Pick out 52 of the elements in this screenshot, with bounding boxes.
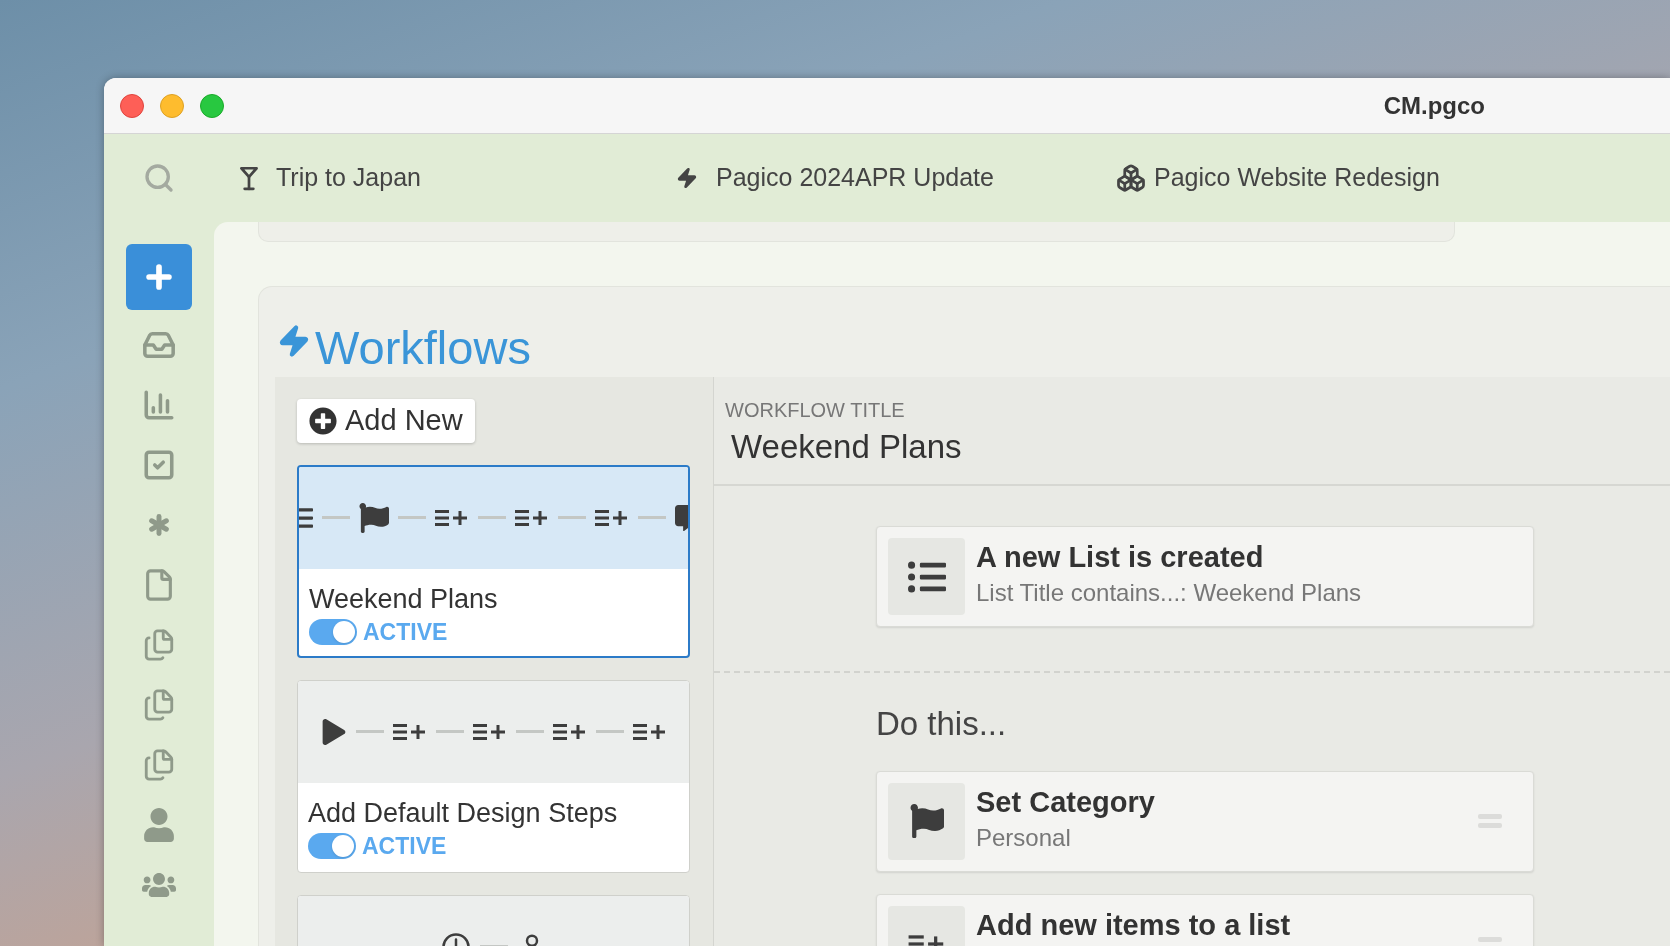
- connector-line: [355, 730, 384, 733]
- connector-line: [515, 730, 544, 733]
- drag-handle-icon[interactable]: [1478, 813, 1502, 829]
- zoom-button[interactable]: [200, 93, 224, 118]
- step-card[interactable]: Set Category Personal: [876, 770, 1534, 872]
- plus-icon: [309, 406, 337, 435]
- step-title: Add new items to a list: [976, 907, 1292, 943]
- status-label: ACTIVE: [363, 617, 448, 647]
- bar-chart-icon[interactable]: [142, 388, 176, 422]
- flag-icon: [358, 502, 389, 533]
- workflow-name: Add Default Design Steps: [308, 796, 619, 829]
- step-title: Set Category: [976, 784, 1156, 820]
- close-button[interactable]: [120, 93, 144, 118]
- step-detail: List Title contains...: Weekend Plans: [976, 578, 1363, 608]
- step-card[interactable]: A new List is created List Title contains...: Weekend Plans: [876, 526, 1534, 627]
- boxes-icon: [1116, 163, 1146, 193]
- documents-icon[interactable]: [142, 628, 176, 662]
- field-label: WORKFLOW TITLE: [725, 398, 906, 423]
- play-icon: [320, 718, 347, 745]
- documents-icon[interactable]: [142, 688, 176, 722]
- connector-line: [435, 730, 464, 733]
- search-icon[interactable]: [143, 162, 175, 194]
- documents-icon[interactable]: [142, 748, 176, 782]
- project-tab[interactable]: Pagico 2024APR Update: [716, 159, 994, 197]
- action-heading: Do this...: [876, 705, 1007, 742]
- status-label: ACTIVE: [362, 831, 447, 861]
- connector-line: [557, 516, 586, 519]
- add-new-button[interactable]: Add New: [297, 399, 475, 443]
- toggle-switch[interactable]: [309, 618, 357, 645]
- minimize-button[interactable]: [160, 93, 184, 118]
- workflow-card[interactable]: Weekend Plans ACTIVE: [297, 464, 690, 658]
- step-title: A new List is created: [976, 540, 1265, 575]
- step-detail: Personal: [976, 822, 1072, 853]
- connector-line: [397, 516, 426, 519]
- connector-line: [595, 730, 624, 733]
- step-card[interactable]: Add new items to a list: [876, 893, 1534, 946]
- project-tab[interactable]: Pagico Website Redesign: [1154, 159, 1440, 197]
- workflow-name: Weekend Plans: [309, 582, 499, 615]
- bolt-icon: [676, 165, 698, 191]
- toggle-switch[interactable]: [308, 832, 356, 859]
- window-title: CM.pgco: [1383, 90, 1485, 121]
- new-item-button[interactable]: [126, 244, 192, 310]
- connector-line: [637, 516, 666, 519]
- person-icon[interactable]: [142, 808, 176, 842]
- checkbox-icon[interactable]: [142, 448, 176, 482]
- connector-line: [321, 516, 350, 519]
- connector-line: [477, 516, 506, 519]
- project-tab[interactable]: Trip to Japan: [276, 159, 421, 197]
- workflow-card[interactable]: Add Default Design Steps ACTIVE: [297, 679, 690, 873]
- title-field[interactable]: Weekend Plans: [725, 425, 1670, 469]
- section-title: Workflows: [315, 319, 531, 376]
- flag-icon: [909, 804, 944, 838]
